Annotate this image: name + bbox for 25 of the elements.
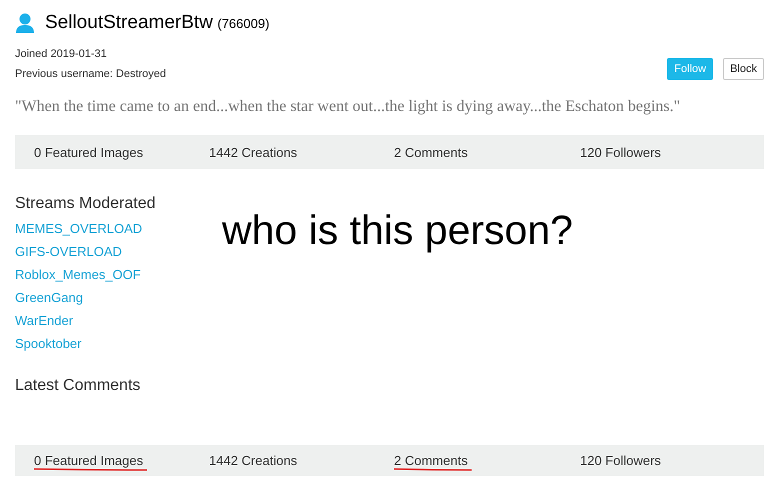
- stat-label: 0 Featured Images: [34, 144, 144, 162]
- stat-label: 0 Featured Images: [34, 449, 148, 472]
- stream-link[interactable]: GIFS-OVERLOAD: [15, 244, 122, 259]
- stat-label: 120 Followers: [580, 452, 662, 470]
- previous-username: Previous username: Destroyed: [15, 68, 166, 80]
- profile-quote: "When the time came to an end...when the star went out...the light is dying away...the Eschaton begins.": [15, 98, 682, 116]
- stat-label: 1442 Creations: [209, 144, 298, 162]
- stream-link[interactable]: WarEnder: [15, 313, 74, 328]
- stream-link[interactable]: GreenGang: [15, 290, 83, 305]
- stat-label: 1442 Creations: [209, 452, 298, 470]
- stat-label: 2 Comments: [394, 449, 472, 472]
- block-button[interactable]: Block: [723, 58, 764, 80]
- section-heading: Latest Comments: [15, 377, 142, 395]
- user-icon: [15, 13, 35, 33]
- follow-button[interactable]: Follow: [667, 58, 714, 80]
- joined-date: Joined 2019-01-31: [15, 48, 108, 60]
- stream-link[interactable]: MEMES_OVERLOAD: [15, 221, 142, 236]
- user-points: (766009): [217, 16, 270, 31]
- caption-text: who is this person?: [222, 207, 573, 254]
- username: SelloutStreamerBtw: [45, 12, 213, 33]
- stream-link[interactable]: Roblox_Memes_OOF: [15, 267, 141, 282]
- stat-label: 120 Followers: [580, 144, 662, 162]
- stat-label: 2 Comments: [394, 144, 469, 162]
- section-heading: Streams Moderated: [15, 195, 157, 213]
- stream-link[interactable]: Spooktober: [15, 336, 82, 351]
